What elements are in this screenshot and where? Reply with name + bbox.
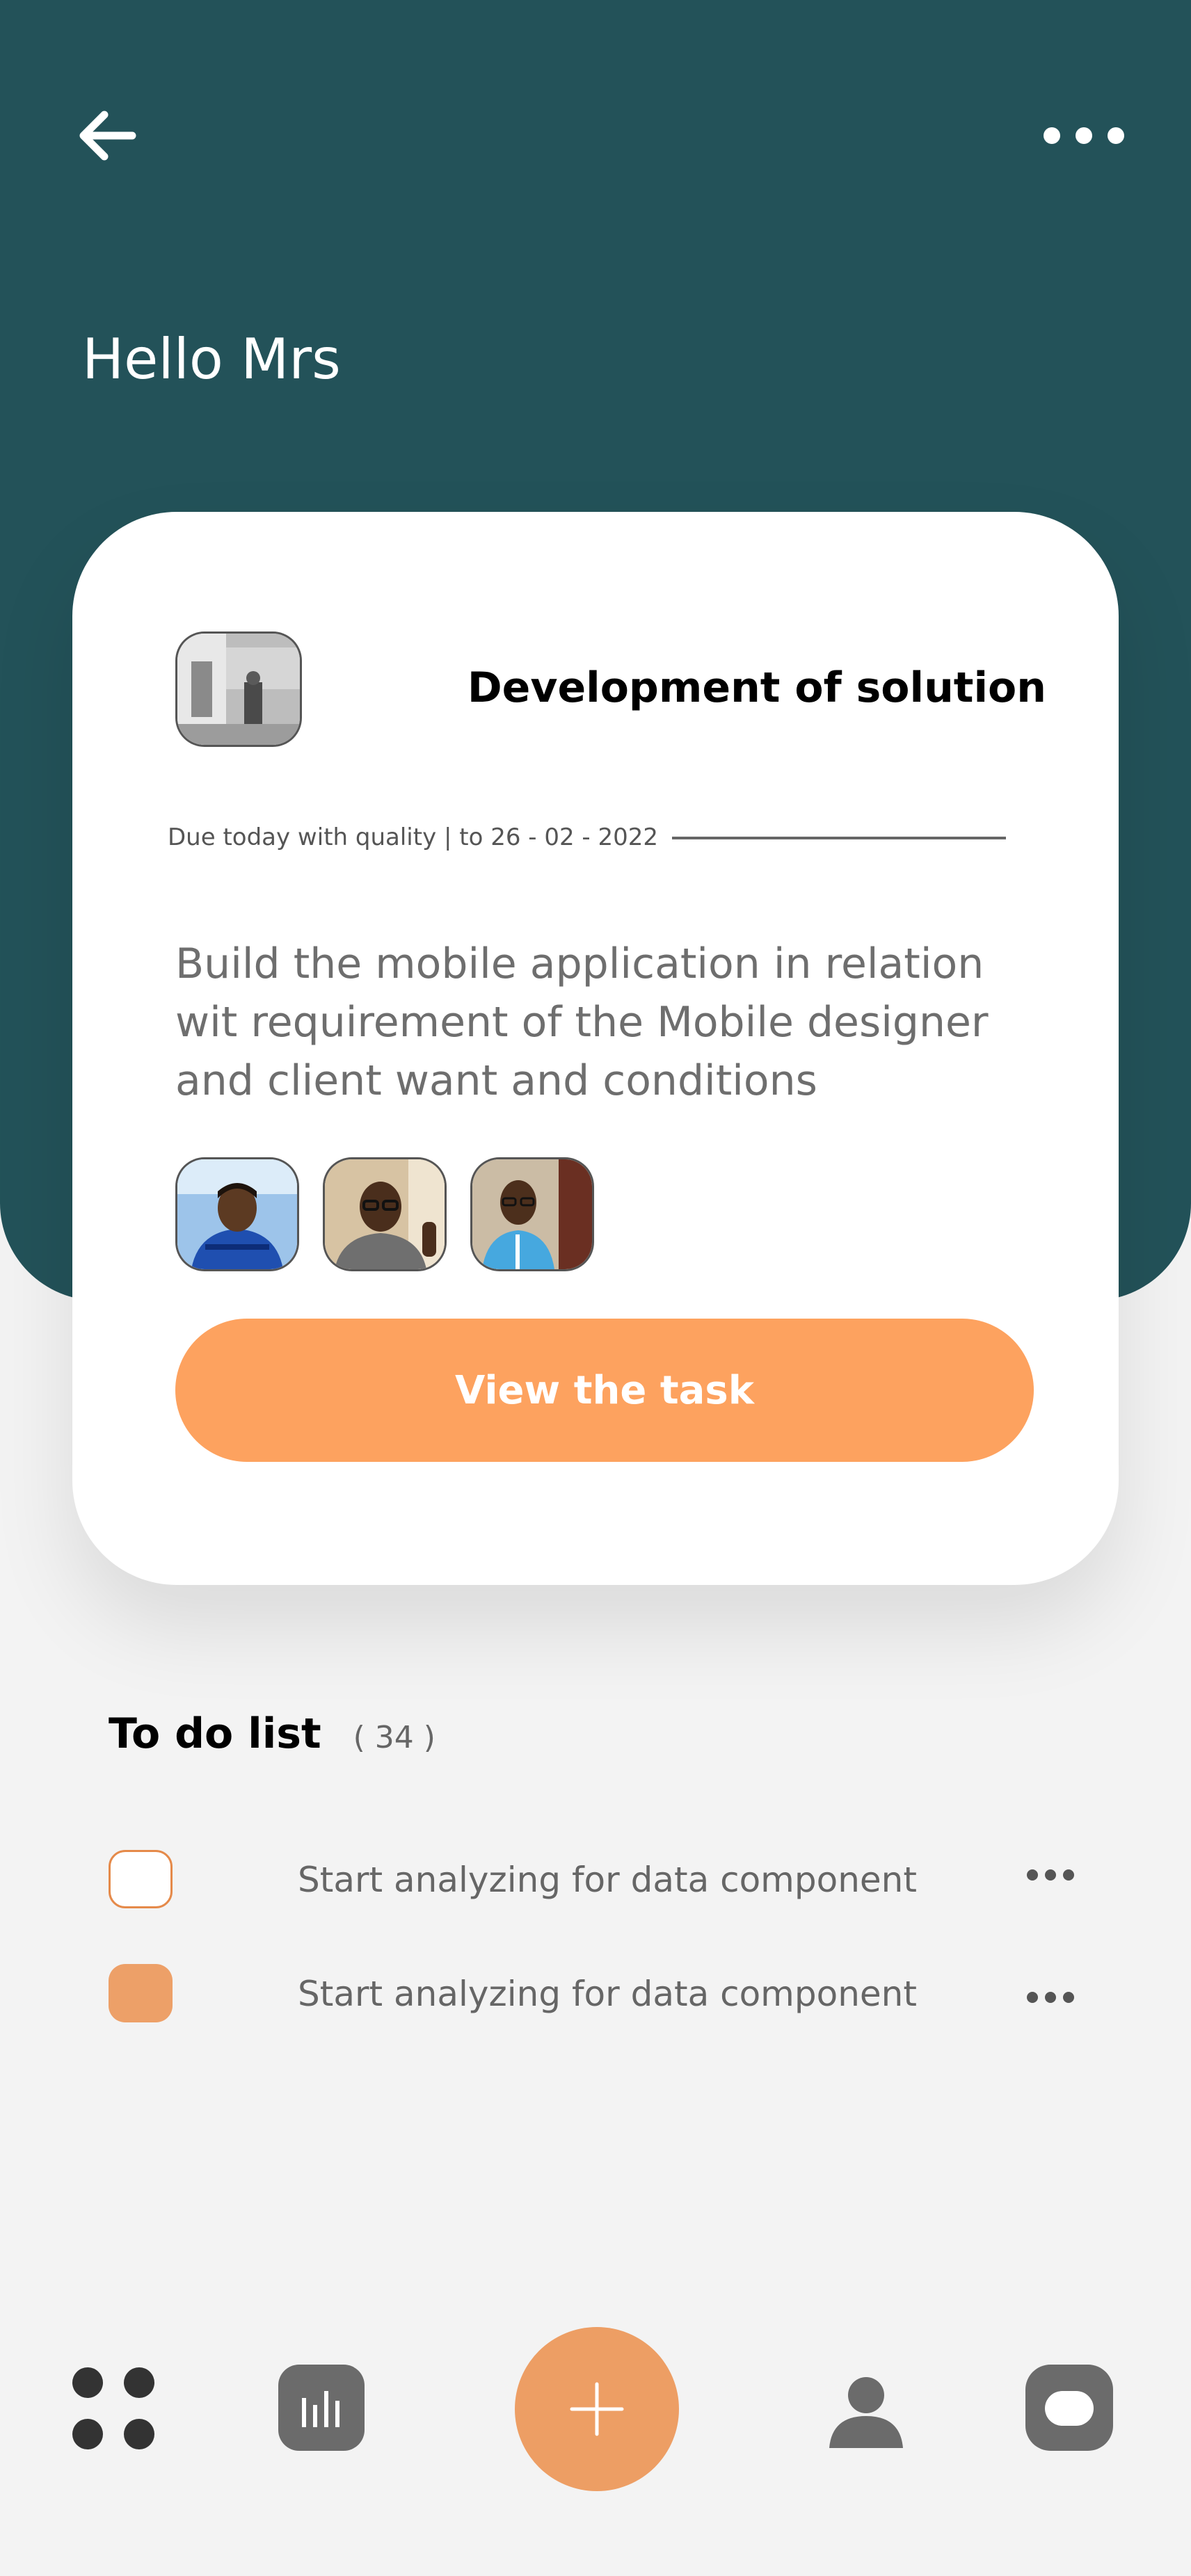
todo-checkbox[interactable] xyxy=(109,1964,173,2022)
todo-item-text: Start analyzing for data component xyxy=(298,1974,917,2014)
more-horizontal-icon xyxy=(1044,127,1060,144)
nav-add-button[interactable] xyxy=(515,2327,679,2491)
nav-profile[interactable] xyxy=(828,2376,904,2448)
greeting-text: Hello Mrs xyxy=(82,327,341,392)
member-avatar-1[interactable] xyxy=(175,1157,299,1271)
more-horizontal-icon xyxy=(1027,1992,1038,2003)
todo-heading: To do list ( 34 ) xyxy=(109,1709,435,1758)
arrow-left-icon xyxy=(79,111,136,161)
back-button[interactable] xyxy=(72,104,142,167)
chat-icon xyxy=(1045,2391,1094,2426)
todo-item[interactable]: Start analyzing for data component xyxy=(109,1850,1082,1913)
stats-chart-icon xyxy=(302,2391,339,2427)
nav-stats[interactable] xyxy=(278,2365,365,2451)
task-title: Development of solution xyxy=(467,663,1046,712)
person-icon xyxy=(829,2377,903,2448)
todo-count: ( 34 ) xyxy=(353,1720,435,1755)
due-date-text: Due today with quality | to 26 - 02 - 20… xyxy=(168,823,659,851)
nav-chat[interactable] xyxy=(1025,2365,1113,2451)
todo-title: To do list xyxy=(109,1709,321,1758)
dashboard-grid-icon xyxy=(72,2367,103,2398)
todo-item[interactable]: Start analyzing for data component xyxy=(109,1964,1082,2027)
plus-icon xyxy=(570,2382,624,2436)
due-divider xyxy=(672,837,1006,839)
nav-dashboard[interactable] xyxy=(72,2367,157,2452)
member-avatar-2[interactable] xyxy=(323,1157,447,1271)
task-description: Build the mobile application in relation… xyxy=(175,940,989,1105)
member-avatar-3[interactable] xyxy=(470,1157,594,1271)
bottom-navigation xyxy=(0,2323,1191,2497)
more-horizontal-icon xyxy=(1027,1869,1038,1881)
view-task-button[interactable]: View the task xyxy=(175,1319,1034,1462)
project-thumbnail xyxy=(175,631,302,747)
member-avatars xyxy=(175,1157,594,1271)
todo-more-button[interactable] xyxy=(1027,1869,1074,1881)
task-card: Development of solution Due today with q… xyxy=(72,512,1119,1585)
todo-checkbox[interactable] xyxy=(109,1850,173,1908)
more-options-button[interactable] xyxy=(1044,118,1141,153)
todo-more-button[interactable] xyxy=(1027,1992,1074,2003)
todo-item-text: Start analyzing for data component xyxy=(298,1860,917,1900)
